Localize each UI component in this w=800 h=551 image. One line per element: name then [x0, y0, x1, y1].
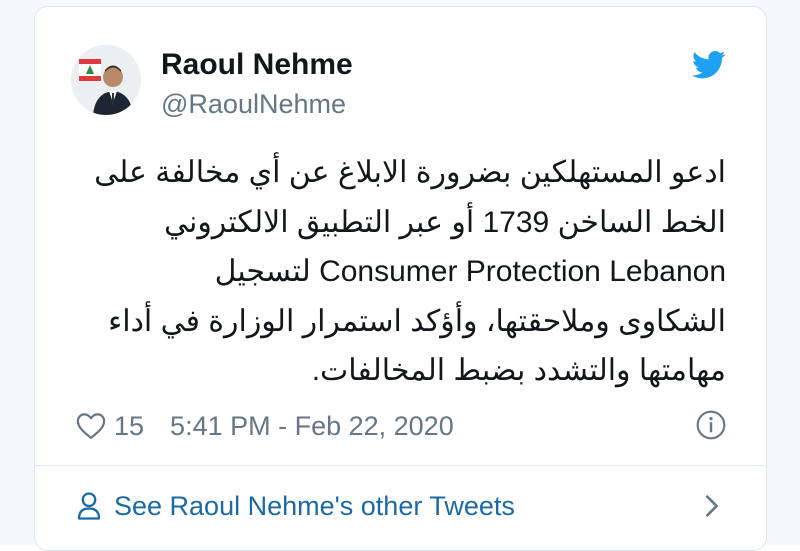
- author-display-name[interactable]: Raoul Nehme: [161, 48, 353, 82]
- author-handle[interactable]: @RaoulNehme: [161, 89, 346, 120]
- see-other-tweets-link[interactable]: See Raoul Nehme's other Tweets: [76, 486, 515, 526]
- info-icon[interactable]: [695, 409, 727, 441]
- tweet-text-line: الخط الساخن 1739 أو عبر التطبيق الالكترو…: [163, 205, 726, 239]
- see-other-tweets-label[interactable]: See Raoul Nehme's other Tweets: [114, 491, 515, 522]
- tweet-text-line: الشكاوى وملاحقتها، وأؤكد استمرار الوزارة…: [108, 304, 726, 338]
- divider: [35, 465, 766, 466]
- tweet-text-line: ادعو المستهلكين بضرورة الابلاغ عن أي مخا…: [94, 156, 726, 189]
- avatar-photo: [71, 45, 141, 115]
- tweet-text-line: Consumer Protection Lebanon لتسجيل: [214, 255, 726, 288]
- tweet-text-line: مهامتها والتشدد بضبط المخالفات.: [311, 354, 726, 387]
- tweet-meta-row: 15 5:41 PM - Feb 22, 2020: [76, 408, 454, 444]
- person-icon: [77, 492, 101, 520]
- heart-icon[interactable]: [76, 412, 106, 440]
- tweet-text: ادعو المستهلكين بضرورة الابلاغ عن أي مخا…: [86, 148, 726, 396]
- chevron-right-icon[interactable]: [702, 492, 722, 520]
- like-count[interactable]: 15: [114, 411, 144, 442]
- avatar[interactable]: [71, 45, 141, 115]
- embedded-tweet-screen: Raoul Nehme @RaoulNehme ادعو المستهلكين …: [0, 0, 800, 551]
- twitter-bird-icon[interactable]: [692, 50, 726, 80]
- tweet-timestamp[interactable]: 5:41 PM - Feb 22, 2020: [170, 411, 454, 442]
